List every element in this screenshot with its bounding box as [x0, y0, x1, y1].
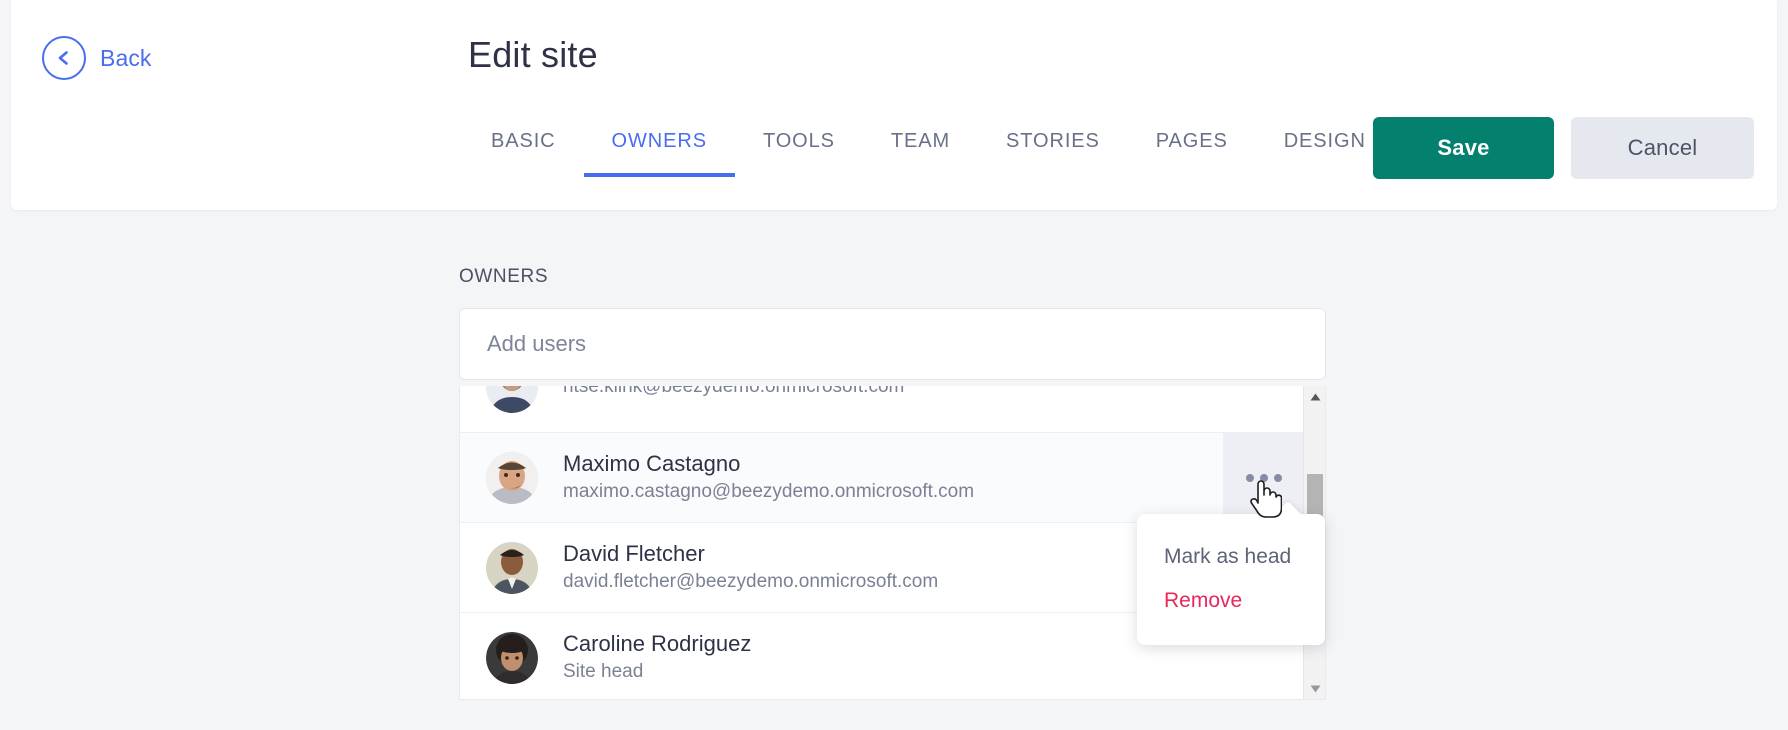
list-item-subtitle: Site head [563, 660, 644, 682]
list-item-subtitle: david.fletcher@beezydemo.onmicrosoft.com [563, 570, 939, 592]
caret-down-icon[interactable] [1304, 678, 1325, 699]
menu-item-remove[interactable]: Remove [1137, 579, 1325, 623]
header-actions: Save Cancel [1373, 117, 1754, 179]
list-item-subtitle: ritse.klink@beezydemo.onmicrosoft.com [563, 386, 905, 397]
page-header: Back Edit site BASIC OWNERS TOOLS TEAM S… [11, 0, 1777, 210]
menu-item-mark-as-head[interactable]: Mark as head [1137, 535, 1325, 579]
list-item[interactable]: ritse.klink@beezydemo.onmicrosoft.com [460, 386, 1305, 432]
cancel-button[interactable]: Cancel [1571, 117, 1754, 179]
list-item-name: Maximo Castagno [563, 451, 741, 477]
list-item-name: David Fletcher [563, 541, 705, 567]
tab-stories[interactable]: STORIES [978, 130, 1128, 177]
kebab-dot [1260, 474, 1268, 482]
owners-section-label: OWNERS [459, 266, 549, 287]
save-button[interactable]: Save [1373, 117, 1554, 179]
page-title: Edit site [468, 34, 598, 75]
list-item-text: Maximo Castagno maximo.castagno@beezydem… [563, 452, 974, 502]
list-item[interactable]: Maximo Castagno maximo.castagno@beezydem… [460, 432, 1305, 523]
avatar [486, 541, 538, 594]
list-item-text: David Fletcher david.fletcher@beezydemo.… [563, 542, 938, 592]
tab-basic[interactable]: BASIC [463, 130, 584, 177]
add-users-input[interactable] [487, 331, 1298, 357]
back-button[interactable]: Back [42, 36, 152, 80]
tab-bar: BASIC OWNERS TOOLS TEAM STORIES PAGES DE… [463, 130, 1394, 177]
list-item-subtitle: maximo.castagno@beezydemo.onmicrosoft.co… [563, 480, 975, 502]
chevron-left-circle-icon [42, 36, 86, 80]
tab-tools[interactable]: TOOLS [735, 130, 863, 177]
tab-pages[interactable]: PAGES [1128, 130, 1256, 177]
list-item-text: ritse.klink@beezydemo.onmicrosoft.com [563, 386, 904, 397]
kebab-dot [1274, 474, 1282, 482]
tab-team[interactable]: TEAM [863, 130, 978, 177]
avatar [486, 631, 538, 684]
list-item-name: Caroline Rodriguez [563, 631, 752, 657]
avatar [486, 451, 538, 504]
tab-owners[interactable]: OWNERS [583, 130, 736, 177]
avatar [486, 386, 538, 413]
add-users-field[interactable] [459, 308, 1326, 380]
edit-site-page: Back Edit site BASIC OWNERS TOOLS TEAM S… [0, 0, 1788, 730]
caret-up-icon[interactable] [1304, 386, 1325, 408]
list-item-text: Caroline Rodriguez Site head [563, 632, 751, 682]
kebab-dot [1246, 474, 1254, 482]
back-label: Back [100, 44, 152, 71]
owner-context-menu: Mark as head Remove [1137, 514, 1325, 645]
